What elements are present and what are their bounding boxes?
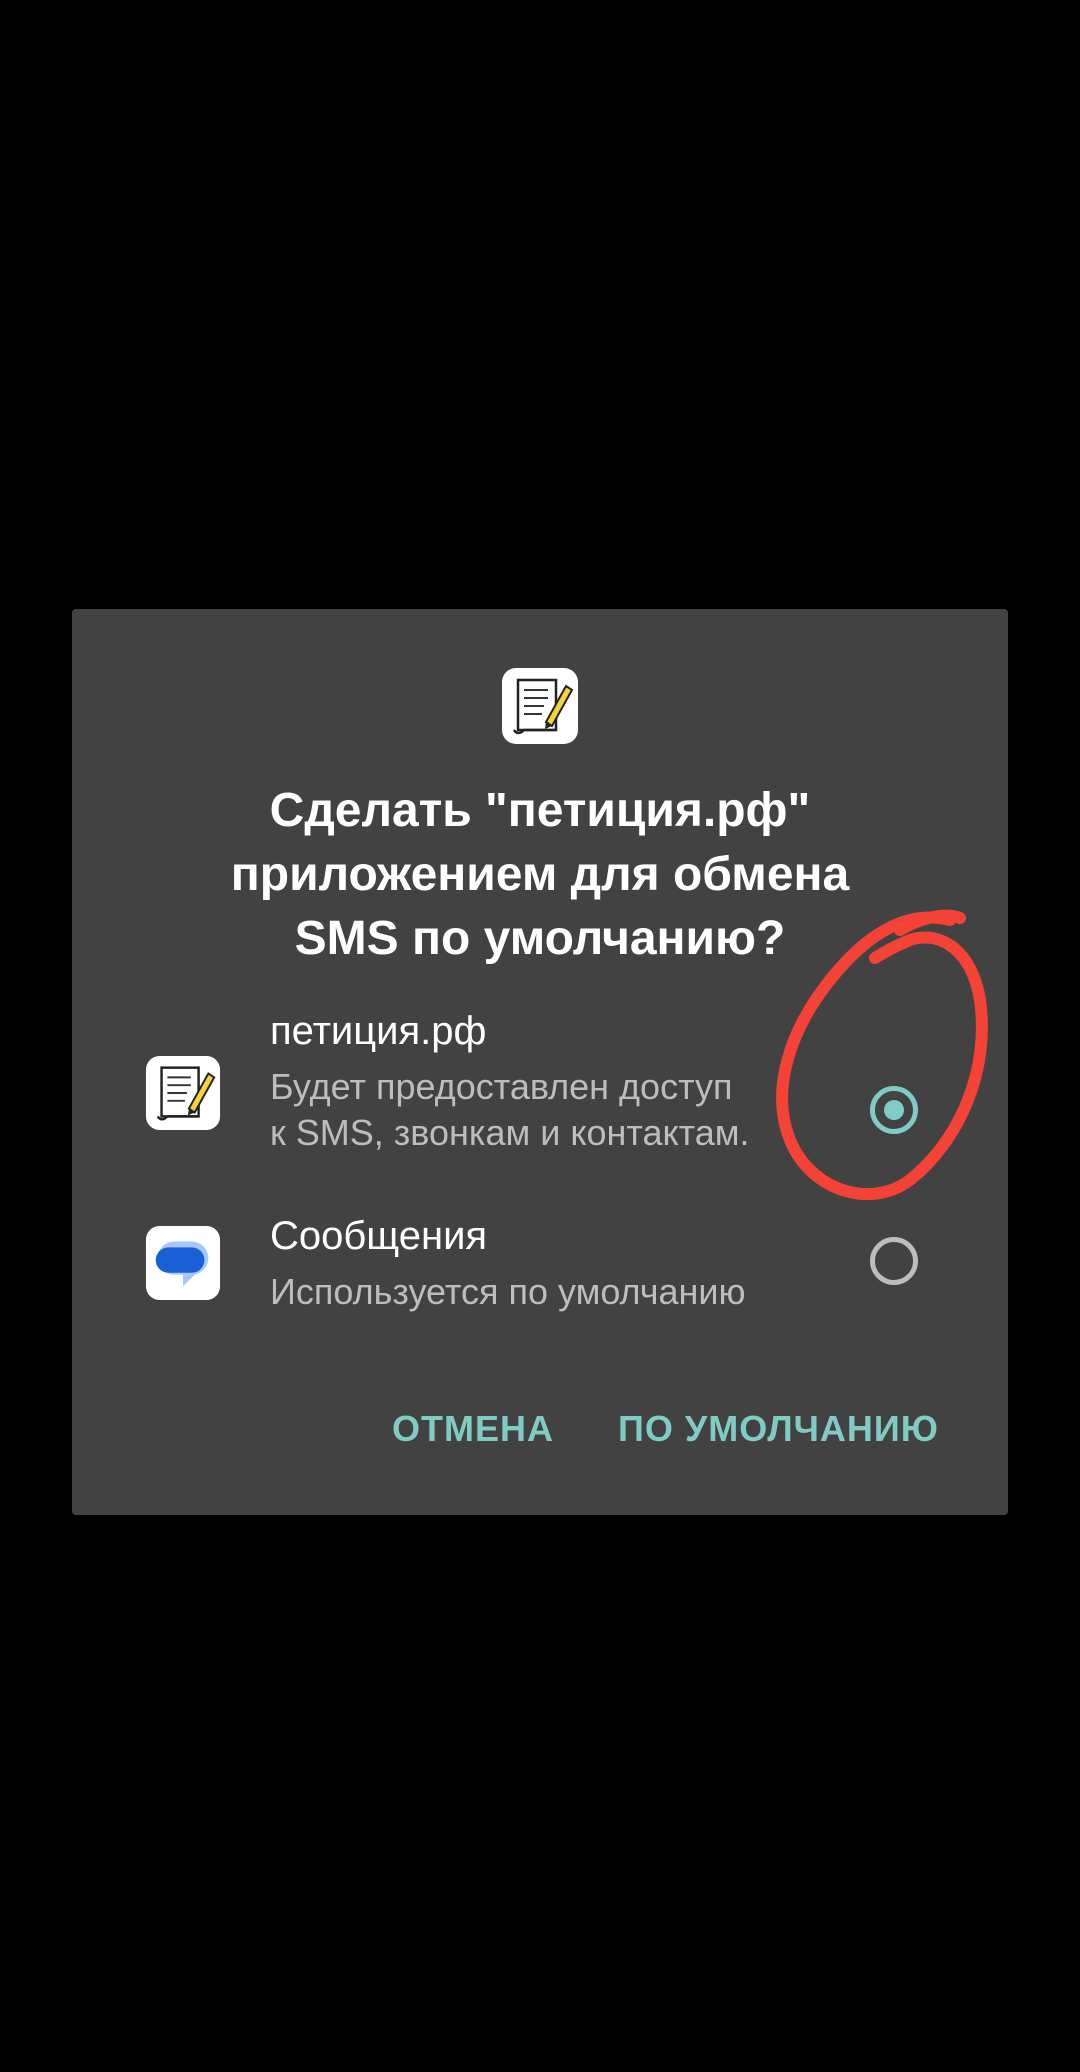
petition-app-icon [502,668,578,744]
radio-button-selected[interactable] [870,1086,918,1134]
radio-dot [884,1100,904,1120]
option-name: Сообщения [270,1214,488,1258]
option-description: Используется по умолчанию [270,1271,746,1312]
set-default-button[interactable]: ПО УМОЛЧАНИЮ [618,1401,978,1457]
option-name: петиция.рф [270,1009,487,1053]
option-description: Будет предоставлен доступ к SMS, звонкам… [270,1066,750,1153]
default-sms-dialog: Сделать "петиция.рф" приложением для обм… [72,609,1008,1515]
option-messages-app[interactable]: Сообщения Используется по умолчанию [72,1209,1008,1329]
radio-button-unselected[interactable] [870,1237,918,1285]
petition-scroll-pen-icon [145,1055,221,1131]
messages-bubble-icon [145,1225,221,1301]
option-petition-app[interactable]: петиция.рф Будет предоставлен доступ к S… [72,1004,1008,1174]
dialog-title: Сделать "петиция.рф" приложением для обм… [230,784,850,965]
cancel-button[interactable]: ОТМЕНА [392,1401,562,1457]
